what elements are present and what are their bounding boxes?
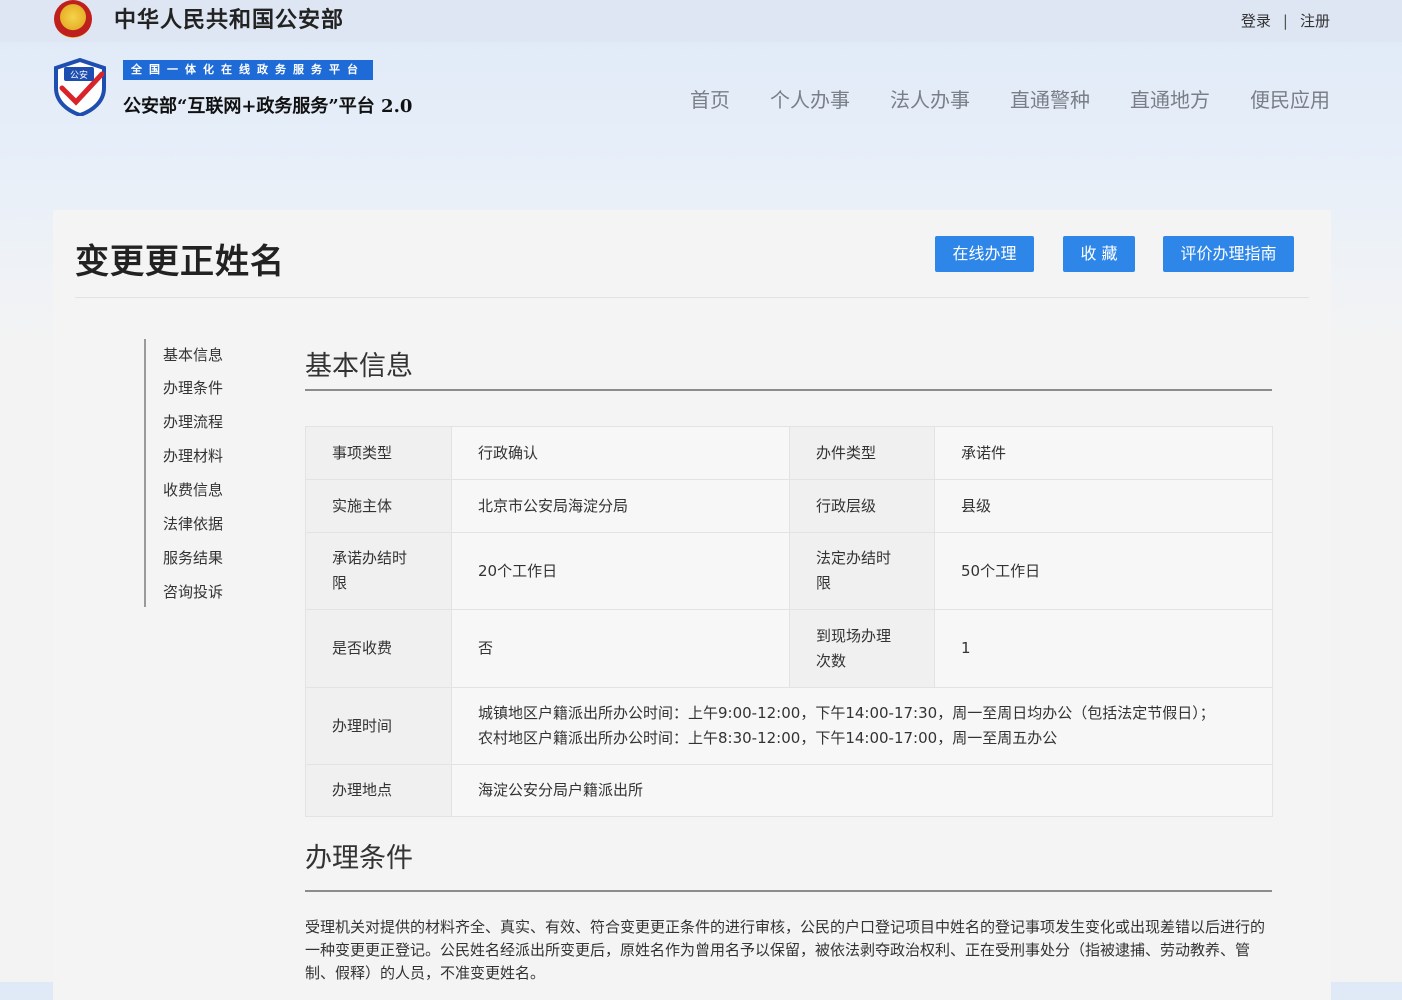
basic-info-table: 事项类型 行政确认 办件类型 承诺件 实施主体 北京市公安局海淀分局 行政层级 … [305,426,1273,817]
national-emblem-icon [54,0,92,38]
register-link[interactable]: 注册 [1300,10,1330,31]
field-value: 北京市公安局海淀分局 [451,479,790,533]
auth-separator: | [1282,12,1288,30]
table-row: 办理时间 城镇地区户籍派出所办公时间：上午9:00-12:00，下午14:00-… [305,687,1273,765]
field-value: 50个工作日 [934,532,1273,610]
nav-convenience[interactable]: 便民应用 [1250,84,1330,113]
field-label: 事项类型 [305,426,452,480]
online-apply-button[interactable]: 在线办理 [935,236,1034,272]
office-hours-value: 城镇地区户籍派出所办公时间：上午9:00-12:00，下午14:00-17:30… [451,687,1273,765]
field-label: 办件类型 [789,426,935,480]
site-name[interactable]: 中华人民共和国公安部 [114,2,344,34]
section-divider [305,389,1272,391]
field-label: 办理时间 [305,687,452,765]
office-hours-urban: 城镇地区户籍派出所办公时间：上午9:00-12:00，下午14:00-17:30… [478,704,1215,722]
header-divider [52,131,1330,132]
auth-links: 登录 | 注册 [1241,10,1330,31]
section-title-conditions: 办理条件 [305,843,413,874]
section-sidebar: 基本信息 办理条件 办理流程 办理材料 收费信息 法律依据 服务结果 咨询投诉 [144,339,266,607]
section-divider [305,890,1272,892]
platform-tag: 全国一体化在线政务服务平台 [123,60,373,80]
office-hours-rural: 农村地区户籍派出所办公时间：上午8:30-12:00，下午14:00-17:00… [478,729,1058,747]
shield-text: 公安 [70,69,88,81]
field-value: 否 [451,609,790,688]
nav-home[interactable]: 首页 [690,84,730,113]
platform-name[interactable]: 公安部“互联网+政务服务”平台 2.0 [123,92,412,118]
sidebar-item-fees[interactable]: 收费信息 [163,479,223,500]
field-value: 行政确认 [451,426,790,480]
nav-corporate[interactable]: 法人办事 [890,84,970,113]
sidebar-item-process[interactable]: 办理流程 [163,411,223,432]
table-row: 实施主体 北京市公安局海淀分局 行政层级 县级 [305,479,1273,533]
field-label: 到现场办理次数 [789,609,935,688]
conditions-text: 受理机关对提供的材料齐全、真实、有效、符合变更更正条件的进行审核，公民的户口登记… [305,918,1266,982]
content-card: 变更更正姓名 在线办理 收 藏 评价办理指南 基本信息 办理条件 办理流程 办理… [53,210,1331,1000]
table-row: 办理地点 海淀公安分局户籍派出所 [305,764,1273,817]
field-label: 办理地点 [305,764,452,817]
sidebar-item-legal-basis[interactable]: 法律依据 [163,513,223,534]
nav-local[interactable]: 直通地方 [1130,84,1210,113]
sidebar-item-conditions[interactable]: 办理条件 [163,377,223,398]
title-divider [75,297,1309,298]
evaluate-guide-button[interactable]: 评价办理指南 [1163,236,1294,272]
login-link[interactable]: 登录 [1241,10,1271,31]
nav-personal[interactable]: 个人办事 [770,84,850,113]
section-title-basic-info: 基本信息 [305,351,413,382]
field-value: 县级 [934,479,1273,533]
table-row: 事项类型 行政确认 办件类型 承诺件 [305,426,1273,480]
field-label: 实施主体 [305,479,452,533]
page-title: 变更更正姓名 [75,242,285,282]
field-label: 行政层级 [789,479,935,533]
sidebar-item-consult[interactable]: 咨询投诉 [163,581,223,602]
table-row: 承诺办结时限 20个工作日 法定办结时限 50个工作日 [305,532,1273,610]
police-shield-logo-icon: 公安 [54,58,106,116]
table-row: 是否收费 否 到现场办理次数 1 [305,609,1273,688]
main-nav: 首页 个人办事 法人办事 直通警种 直通地方 便民应用 [650,84,1330,113]
field-value: 海淀公安分局户籍派出所 [451,764,1273,817]
favorite-button[interactable]: 收 藏 [1063,236,1135,272]
field-value: 1 [934,609,1273,688]
sidebar-item-materials[interactable]: 办理材料 [163,445,223,466]
field-label: 法定办结时限 [789,532,935,610]
sidebar-item-basic-info[interactable]: 基本信息 [163,344,223,365]
sidebar-item-results[interactable]: 服务结果 [163,547,223,568]
field-label: 承诺办结时限 [305,532,452,610]
field-value: 承诺件 [934,426,1273,480]
field-label: 是否收费 [305,609,452,688]
nav-police-types[interactable]: 直通警种 [1010,84,1090,113]
field-value: 20个工作日 [451,532,790,610]
